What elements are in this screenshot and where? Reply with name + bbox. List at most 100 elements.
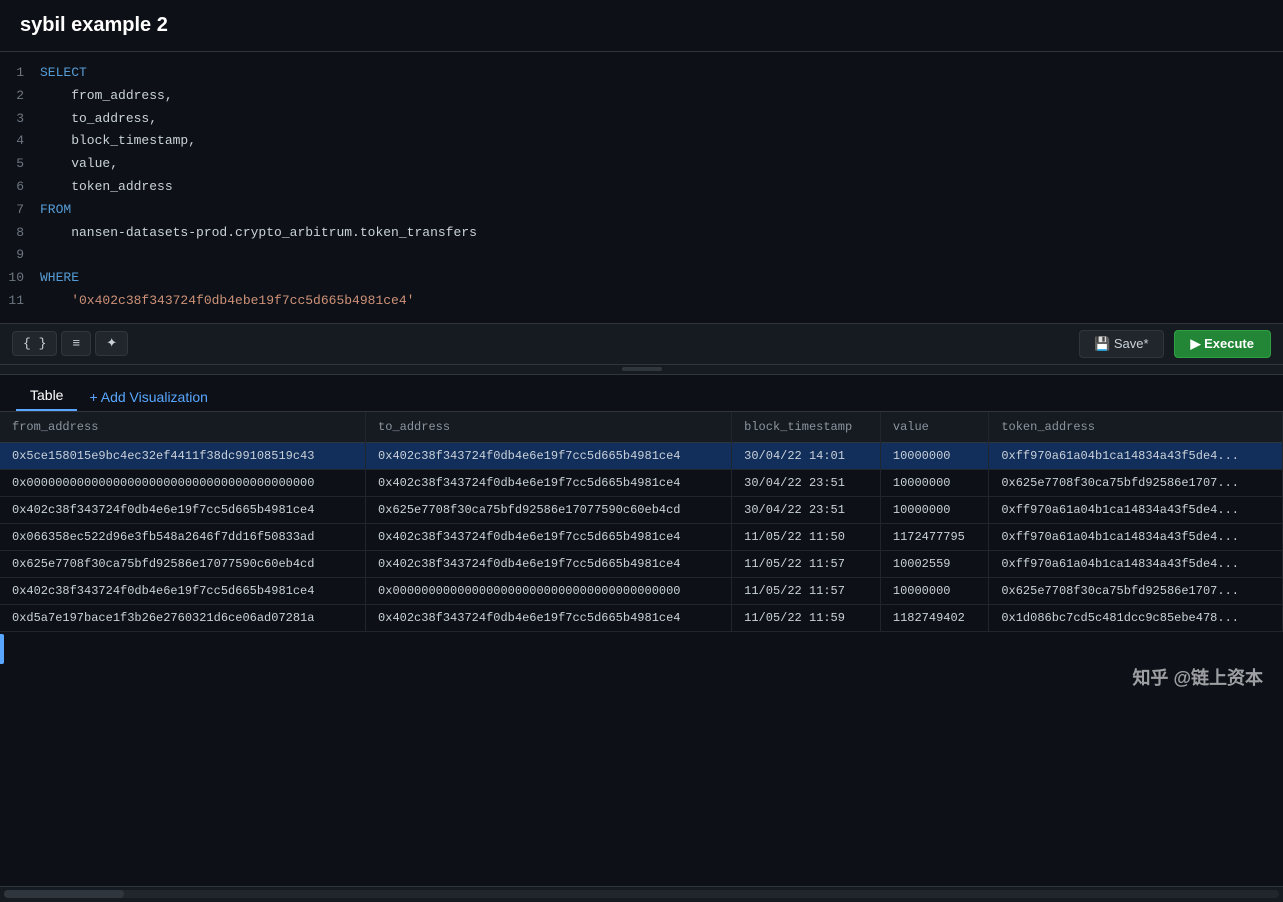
cell-from_address: 0x066358ec522d96e3fb548a2646f7dd16f50833… [0, 523, 366, 550]
line-num-8: 8 [0, 223, 40, 244]
cell-to_address: 0x402c38f343724f0db4e6e19f7cc5d665b4981c… [366, 469, 732, 496]
cell-block_timestamp: 11/05/22 11:57 [732, 550, 881, 577]
cell-value: 10000000 [880, 442, 988, 469]
code-line-3: 3 to_address, [0, 108, 1283, 131]
cell-token_address: 0xff970a61a04b1ca14834a43f5de4... [989, 523, 1283, 550]
cell-token_address: 0x625e7708f30ca75bfd92586e1707... [989, 469, 1283, 496]
line-content-4: block_timestamp, [40, 131, 196, 152]
line-content-5: value, [40, 154, 118, 175]
cell-to_address: 0x625e7708f30ca75bfd92586e17077590c60eb4… [366, 496, 732, 523]
format-list-button[interactable]: ≡ [61, 331, 91, 356]
line-content-7: FROM [40, 200, 71, 221]
line-num-5: 5 [0, 154, 40, 175]
cell-from_address: 0x625e7708f30ca75bfd92586e17077590c60eb4… [0, 550, 366, 577]
code-line-6: 6 token_address [0, 176, 1283, 199]
line-num-2: 2 [0, 86, 40, 107]
line-content-10: WHERE [40, 268, 79, 289]
col-header-block-timestamp: block_timestamp [732, 412, 881, 443]
code-line-1: 1 SELECT [0, 62, 1283, 85]
line-num-11: 11 [0, 291, 40, 312]
cell-value: 1172477795 [880, 523, 988, 550]
line-num-10: 10 [0, 268, 40, 289]
line-content-2: from_address, [40, 86, 173, 107]
table-row[interactable]: 0x00000000000000000000000000000000000000… [0, 469, 1283, 496]
cell-block_timestamp: 30/04/22 23:51 [732, 496, 881, 523]
table-row[interactable]: 0x066358ec522d96e3fb548a2646f7dd16f50833… [0, 523, 1283, 550]
col-header-to-address: to_address [366, 412, 732, 443]
cell-token_address: 0xff970a61a04b1ca14834a43f5de4... [989, 496, 1283, 523]
table-row[interactable]: 0x402c38f343724f0db4e6e19f7cc5d665b4981c… [0, 496, 1283, 523]
cell-value: 10000000 [880, 469, 988, 496]
results-table: from_address to_address block_timestamp … [0, 412, 1283, 632]
col-header-token-address: token_address [989, 412, 1283, 443]
tab-table[interactable]: Table [16, 381, 77, 411]
cell-to_address: 0x402c38f343724f0db4e6e19f7cc5d665b4981c… [366, 523, 732, 550]
table-header-row: from_address to_address block_timestamp … [0, 412, 1283, 443]
header: sybil example 2 [0, 0, 1283, 52]
divider-handle [622, 367, 662, 371]
cell-from_address: 0x5ce158015e9bc4ec32ef4411f38dc99108519c… [0, 442, 366, 469]
code-line-7: 7 FROM [0, 199, 1283, 222]
line-content-6: token_address [40, 177, 173, 198]
line-content-11: '0x402c38f343724f0db4ebe19f7cc5d665b4981… [40, 291, 414, 312]
cell-to_address: 0x402c38f343724f0db4e6e19f7cc5d665b4981c… [366, 604, 732, 631]
line-num-9: 9 [0, 245, 40, 266]
table-row[interactable]: 0x402c38f343724f0db4e6e19f7cc5d665b4981c… [0, 577, 1283, 604]
cell-token_address: 0xff970a61a04b1ca14834a43f5de4... [989, 442, 1283, 469]
resize-divider[interactable] [0, 365, 1283, 375]
page-title: sybil example 2 [20, 14, 168, 36]
line-num-1: 1 [0, 63, 40, 84]
code-line-11: 11 '0x402c38f343724f0db4ebe19f7cc5d665b4… [0, 290, 1283, 313]
scrollbar-track [4, 890, 1279, 898]
code-line-10: 10 WHERE [0, 267, 1283, 290]
table-row[interactable]: 0xd5a7e197bace1f3b26e2760321d6ce06ad0728… [0, 604, 1283, 631]
table-row[interactable]: 0x5ce158015e9bc4ec32ef4411f38dc99108519c… [0, 442, 1283, 469]
bottom-scrollbar[interactable] [0, 886, 1283, 902]
add-visualization-button[interactable]: + Add Visualization [77, 383, 219, 411]
cell-block_timestamp: 11/05/22 11:57 [732, 577, 881, 604]
cell-value: 10002559 [880, 550, 988, 577]
cell-from_address: 0x402c38f343724f0db4e6e19f7cc5d665b4981c… [0, 577, 366, 604]
line-num-6: 6 [0, 177, 40, 198]
results-area[interactable]: from_address to_address block_timestamp … [0, 412, 1283, 886]
scrollbar-thumb [4, 890, 124, 898]
format-json-button[interactable]: { } [12, 331, 57, 356]
table-row[interactable]: 0x625e7708f30ca75bfd92586e17077590c60eb4… [0, 550, 1283, 577]
line-content-3: to_address, [40, 109, 157, 130]
save-button[interactable]: 💾 Save* [1079, 330, 1164, 358]
line-num-7: 7 [0, 200, 40, 221]
code-line-5: 5 value, [0, 153, 1283, 176]
cell-block_timestamp: 30/04/22 23:51 [732, 469, 881, 496]
code-line-2: 2 from_address, [0, 85, 1283, 108]
cell-value: 1182749402 [880, 604, 988, 631]
watermark: 知乎 @链上资本 [1132, 664, 1263, 690]
cell-from_address: 0x00000000000000000000000000000000000000… [0, 469, 366, 496]
col-header-from-address: from_address [0, 412, 366, 443]
cell-value: 10000000 [880, 577, 988, 604]
cell-to_address: 0x402c38f343724f0db4e6e19f7cc5d665b4981c… [366, 442, 732, 469]
line-num-4: 4 [0, 131, 40, 152]
cell-block_timestamp: 11/05/22 11:59 [732, 604, 881, 631]
tabs-bar: Table + Add Visualization [0, 375, 1283, 412]
cell-from_address: 0xd5a7e197bace1f3b26e2760321d6ce06ad0728… [0, 604, 366, 631]
execute-button[interactable]: ▶ Execute [1174, 330, 1271, 358]
left-indicator [0, 634, 4, 664]
cell-token_address: 0x1d086bc7cd5c481dcc9c85ebe478... [989, 604, 1283, 631]
toolbar: { } ≡ ✦ 💾 Save* ▶ Execute [0, 324, 1283, 365]
format-star-button[interactable]: ✦ [95, 331, 128, 356]
cell-token_address: 0x625e7708f30ca75bfd92586e1707... [989, 577, 1283, 604]
code-editor[interactable]: 1 SELECT 2 from_address, 3 to_address, 4… [0, 52, 1283, 324]
cell-block_timestamp: 30/04/22 14:01 [732, 442, 881, 469]
code-line-4: 4 block_timestamp, [0, 130, 1283, 153]
line-content-1: SELECT [40, 63, 87, 84]
cell-to_address: 0x00000000000000000000000000000000000000… [366, 577, 732, 604]
cell-token_address: 0xff970a61a04b1ca14834a43f5de4... [989, 550, 1283, 577]
line-content-8: nansen-datasets-prod.crypto_arbitrum.tok… [40, 223, 477, 244]
line-num-3: 3 [0, 109, 40, 130]
col-header-value: value [880, 412, 988, 443]
cell-to_address: 0x402c38f343724f0db4e6e19f7cc5d665b4981c… [366, 550, 732, 577]
code-line-8: 8 nansen-datasets-prod.crypto_arbitrum.t… [0, 222, 1283, 245]
code-line-9: 9 [0, 244, 1283, 267]
cell-from_address: 0x402c38f343724f0db4e6e19f7cc5d665b4981c… [0, 496, 366, 523]
cell-block_timestamp: 11/05/22 11:50 [732, 523, 881, 550]
